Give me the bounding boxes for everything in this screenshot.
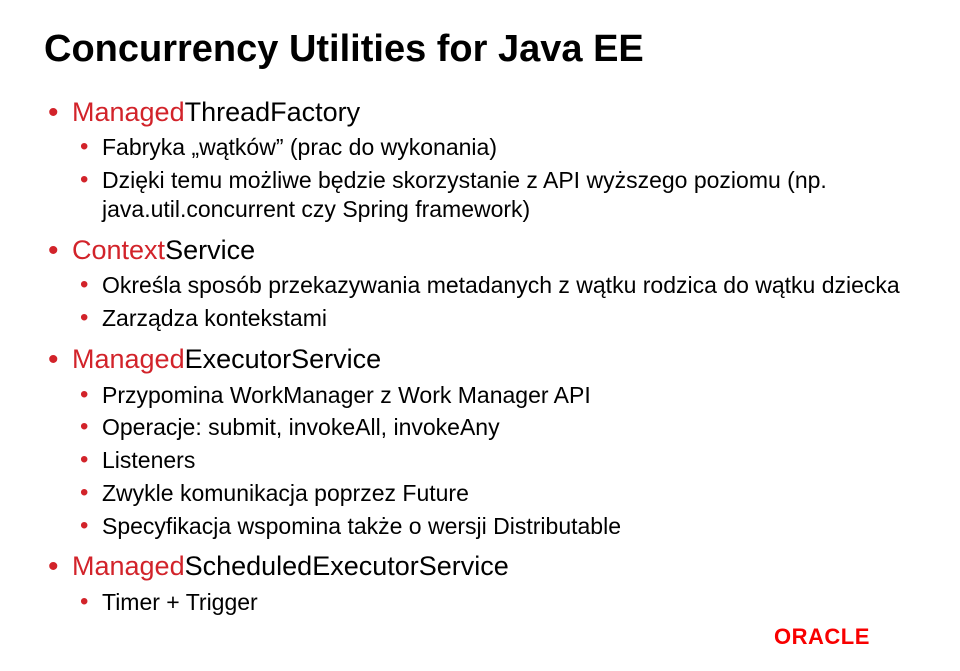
item-managedthreadfactory: ManagedThreadFactory Fabryka „wątków” (p… — [72, 96, 916, 224]
item-managedexecutorservice: ManagedExecutorService Przypomina WorkMa… — [72, 343, 916, 541]
api-rest: ExecutorService — [185, 344, 382, 374]
sub-list: Fabryka „wątków” (prac do wykonania) Dzi… — [72, 133, 916, 223]
sub-item: Określa sposób przekazywania metadanych … — [102, 271, 916, 300]
sub-item: Specyfikacja wspomina także o wersji Dis… — [102, 512, 916, 541]
slide: Concurrency Utilities for Java EE Manage… — [0, 0, 960, 671]
api-prefix: Managed — [72, 97, 185, 127]
sub-item: Timer + Trigger — [102, 588, 916, 617]
api-rest: ThreadFactory — [185, 97, 361, 127]
api-prefix: Managed — [72, 344, 185, 374]
oracle-logo-text: ORACLE — [774, 624, 870, 649]
sub-list: Przypomina WorkManager z Work Manager AP… — [72, 381, 916, 541]
sub-item: Zarządza kontekstami — [102, 304, 916, 333]
sub-item: Operacje: submit, invokeAll, invokeAny — [102, 413, 916, 442]
sub-item: Przypomina WorkManager z Work Manager AP… — [102, 381, 916, 410]
api-rest: ScheduledExecutorService — [185, 551, 509, 581]
bullet-list: ManagedThreadFactory Fabryka „wątków” (p… — [44, 96, 916, 617]
sub-item: Dzięki temu możliwe będzie skorzystanie … — [102, 166, 916, 224]
api-rest: Service — [165, 235, 255, 265]
sub-list: Timer + Trigger — [72, 588, 916, 617]
slide-title: Concurrency Utilities for Java EE — [44, 28, 916, 72]
oracle-logo: ORACLE — [774, 623, 924, 651]
api-prefix: Context — [72, 235, 165, 265]
sub-item: Zwykle komunikacja poprzez Future — [102, 479, 916, 508]
sub-list: Określa sposób przekazywania metadanych … — [72, 271, 916, 333]
sub-item: Fabryka „wątków” (prac do wykonania) — [102, 133, 916, 162]
api-prefix: Managed — [72, 551, 185, 581]
oracle-logo-svg: ORACLE — [774, 623, 924, 651]
item-managedscheduledexecutorservice: ManagedScheduledExecutorService Timer + … — [72, 550, 916, 617]
sub-item: Listeners — [102, 446, 916, 475]
item-contextservice: ContextService Określa sposób przekazywa… — [72, 234, 916, 333]
